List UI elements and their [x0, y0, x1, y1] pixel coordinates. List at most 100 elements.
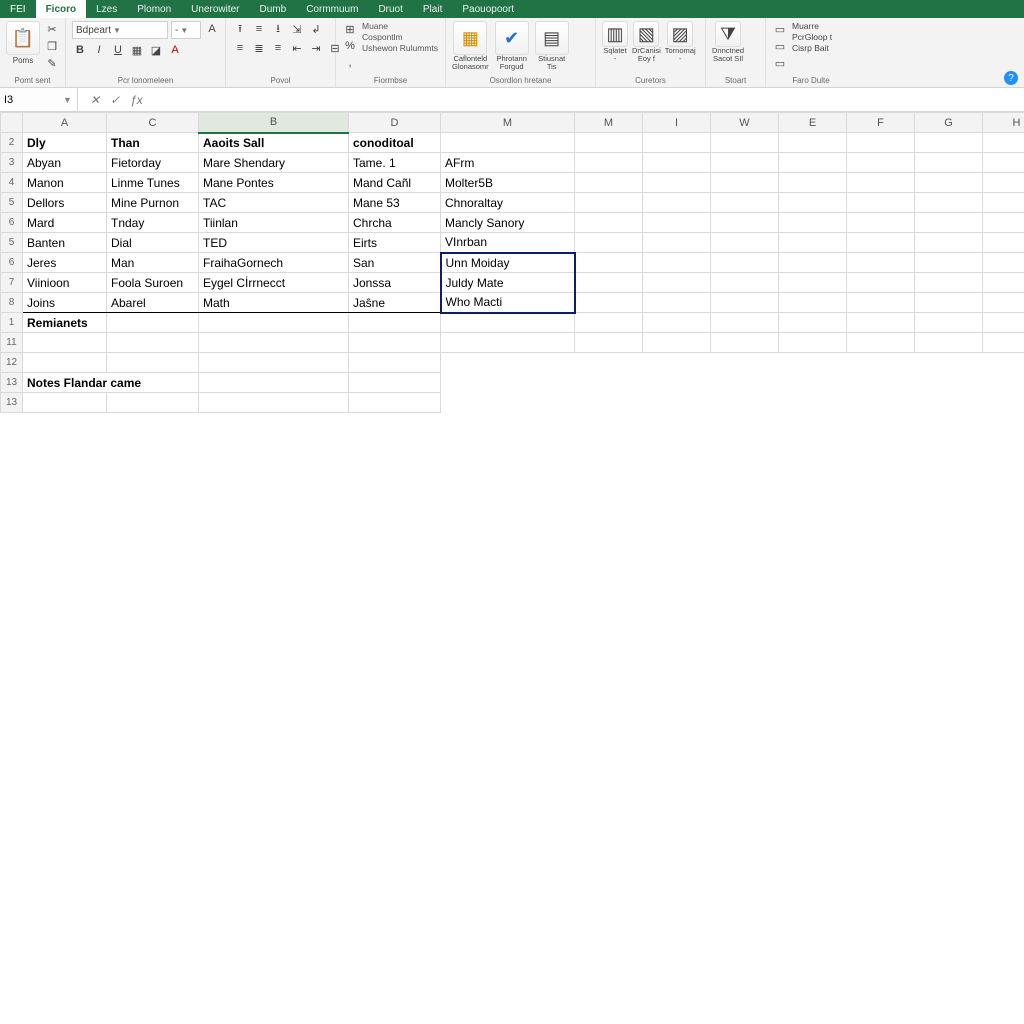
copy-icon[interactable]: ❐	[44, 38, 60, 54]
cell[interactable]	[711, 213, 779, 233]
cell[interactable]: Chnoraltay	[441, 193, 575, 213]
cell[interactable]	[575, 313, 643, 333]
cell[interactable]	[711, 273, 779, 293]
cell[interactable]	[643, 293, 711, 313]
tab-8[interactable]: Plait	[413, 0, 452, 18]
cell[interactable]	[847, 393, 915, 413]
col-header[interactable]: F	[847, 113, 915, 133]
cell[interactable]	[441, 133, 575, 153]
cell[interactable]	[915, 233, 983, 253]
cell[interactable]	[575, 213, 643, 233]
cut-icon[interactable]: ✂	[44, 21, 60, 37]
cell[interactable]	[779, 333, 847, 353]
cell[interactable]	[983, 133, 1024, 153]
name-box-input[interactable]	[4, 94, 60, 106]
cell[interactable]	[847, 353, 915, 373]
col-header[interactable]: G	[915, 113, 983, 133]
cell[interactable]	[643, 153, 711, 173]
cell[interactable]: Notes Flandar came	[23, 373, 199, 393]
cell[interactable]	[711, 393, 779, 413]
cell[interactable]	[915, 313, 983, 333]
formula-input[interactable]	[155, 88, 1024, 111]
cell[interactable]	[643, 133, 711, 153]
cell[interactable]	[847, 193, 915, 213]
cell[interactable]	[779, 393, 847, 413]
extra-icon-1[interactable]: ▭	[772, 21, 788, 37]
align-middle-icon[interactable]: ≡	[251, 21, 267, 37]
fx-icon[interactable]: ƒx	[130, 93, 143, 107]
cell[interactable]	[779, 293, 847, 313]
cell[interactable]	[711, 353, 779, 373]
cell[interactable]	[983, 173, 1024, 193]
cell[interactable]	[441, 333, 575, 353]
cell[interactable]: Jonssa	[349, 273, 441, 293]
tab-home[interactable]: Ficoro	[36, 0, 87, 18]
cell[interactable]	[779, 373, 847, 393]
cell[interactable]: Mane 53	[349, 193, 441, 213]
col-header[interactable]: A	[23, 113, 107, 133]
font-size-select[interactable]: - ▼	[171, 21, 201, 39]
cell[interactable]	[711, 253, 779, 273]
cell[interactable]	[643, 213, 711, 233]
cell[interactable]: Dial	[107, 233, 199, 253]
col-header[interactable]: I	[643, 113, 711, 133]
cell[interactable]: San	[349, 253, 441, 273]
cell[interactable]: VInrban	[441, 233, 575, 253]
cell[interactable]: Abarel	[107, 293, 199, 313]
cell[interactable]: Tiinlan	[199, 213, 349, 233]
tab-5[interactable]: Dumb	[250, 0, 297, 18]
cell[interactable]	[441, 393, 575, 413]
cell[interactable]	[199, 313, 349, 333]
cell[interactable]: Chrcha	[349, 213, 441, 233]
cell[interactable]: conoditoal	[349, 133, 441, 153]
cell[interactable]: Abyan	[23, 153, 107, 173]
cancel-icon[interactable]: ✕	[90, 93, 100, 107]
row-header[interactable]: 2	[1, 133, 23, 153]
cell[interactable]	[575, 173, 643, 193]
cell[interactable]	[983, 233, 1024, 253]
row-header[interactable]: 7	[1, 273, 23, 293]
cell[interactable]	[779, 213, 847, 233]
number-format-icon[interactable]: ⊞	[342, 21, 358, 37]
cell[interactable]	[441, 313, 575, 333]
cell[interactable]	[983, 313, 1024, 333]
cell[interactable]	[915, 393, 983, 413]
cell[interactable]	[847, 373, 915, 393]
cell[interactable]	[575, 373, 643, 393]
row-header[interactable]: 3	[1, 153, 23, 173]
cell[interactable]	[847, 293, 915, 313]
cell[interactable]	[107, 393, 199, 413]
cell[interactable]: Than	[107, 133, 199, 153]
cell[interactable]	[779, 353, 847, 373]
cell[interactable]	[575, 273, 643, 293]
sort-filter-button[interactable]: ⧩ DnnctnedSacot SIl	[712, 21, 744, 62]
name-box[interactable]: ▼	[0, 88, 78, 111]
cell[interactable]: Unn Moiday	[441, 253, 575, 273]
align-top-icon[interactable]: ⭱	[232, 21, 248, 37]
help-icon[interactable]: ?	[1004, 71, 1018, 85]
cell[interactable]	[199, 353, 349, 373]
col-header[interactable]: D	[349, 113, 441, 133]
cell[interactable]	[779, 253, 847, 273]
cell[interactable]	[847, 233, 915, 253]
cell[interactable]	[983, 253, 1024, 273]
cell[interactable]	[983, 373, 1024, 393]
format-painter-icon[interactable]: ✎	[44, 55, 60, 71]
cell[interactable]	[107, 313, 199, 333]
cell[interactable]	[779, 233, 847, 253]
cell[interactable]	[915, 373, 983, 393]
cell[interactable]: Dly	[23, 133, 107, 153]
cell[interactable]	[983, 353, 1024, 373]
cell[interactable]	[847, 213, 915, 233]
cell[interactable]	[915, 133, 983, 153]
col-header[interactable]: H	[983, 113, 1024, 133]
cell[interactable]: Linme Tunes	[107, 173, 199, 193]
cell[interactable]: Mare Shendary	[199, 153, 349, 173]
paste-icon[interactable]: 📋	[6, 21, 40, 55]
cell[interactable]	[107, 353, 199, 373]
cell[interactable]	[711, 293, 779, 313]
cell[interactable]: Mane Pontes	[199, 173, 349, 193]
cell[interactable]	[575, 133, 643, 153]
cell[interactable]	[847, 173, 915, 193]
cell[interactable]	[643, 273, 711, 293]
